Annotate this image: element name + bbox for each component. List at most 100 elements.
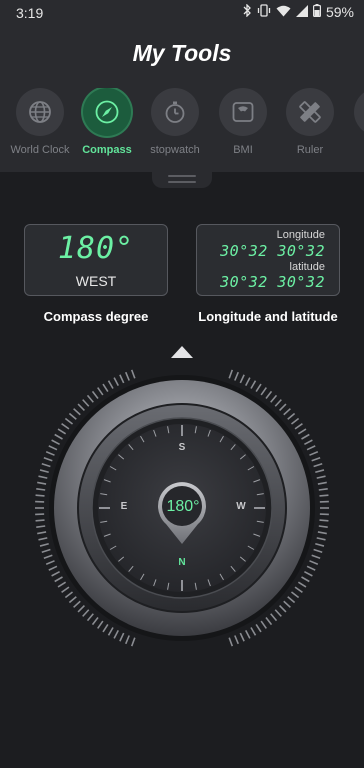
outer-tick: [35, 519, 45, 522]
handle-line: [168, 175, 196, 177]
tool-ruler[interactable]: Ruler: [276, 88, 344, 156]
outer-tick: [43, 554, 53, 560]
cardinal-top: S: [178, 442, 186, 453]
globe-icon: [29, 101, 51, 123]
outer-tick: [45, 560, 55, 565]
outer-tick: [316, 475, 326, 479]
outer-tick: [39, 542, 49, 547]
outer-tick: [107, 627, 114, 636]
outer-tick: [228, 369, 234, 379]
outer-tick: [130, 369, 136, 379]
outer-tick: [260, 620, 267, 629]
outer-tick: [294, 423, 303, 430]
tool-more[interactable]: [344, 88, 364, 136]
outer-tick: [315, 469, 325, 474]
outer-tick: [68, 596, 77, 604]
outer-tick: [82, 399, 90, 407]
outer-tick: [239, 632, 245, 642]
outer-tick: [317, 481, 327, 485]
outer-tick: [36, 525, 46, 528]
outer-tick: [54, 433, 63, 440]
status-time: 3:19: [16, 5, 44, 21]
tool-world-clock[interactable]: World Clock: [6, 88, 74, 156]
tool-bmi[interactable]: BMI: [209, 88, 277, 156]
outer-tick: [234, 371, 239, 381]
outer-tick: [125, 371, 130, 381]
outer-tick: [86, 613, 94, 622]
tool-label-stopwatch: stopwatch: [150, 144, 200, 156]
outer-tick: [57, 428, 67, 435]
handle-line: [168, 181, 196, 183]
outer-tick: [77, 605, 85, 613]
outer-tick: [297, 581, 307, 588]
outer-tick: [301, 433, 310, 440]
outer-tick: [270, 394, 278, 403]
outer-tick: [245, 630, 251, 639]
outer-tick: [82, 609, 90, 617]
direction-label: WEST: [75, 273, 117, 289]
outer-tick: [91, 390, 99, 400]
outer-tick: [301, 576, 310, 583]
outer-tick: [51, 439, 60, 445]
outer-tick: [317, 531, 327, 535]
outer-tick: [61, 586, 70, 593]
outer-tick: [64, 591, 74, 599]
outer-tick: [102, 383, 109, 393]
outer-tick: [41, 548, 51, 553]
tools-row[interactable]: World Clock Compass stopwatch BMI Ruler: [0, 88, 364, 168]
outer-tick: [309, 560, 319, 565]
outer-tick: [97, 387, 104, 396]
tool-label-bmi: BMI: [233, 144, 253, 156]
latitude-value: 30°32 30°32: [220, 273, 325, 291]
outer-tick: [97, 620, 104, 629]
outer-tick: [130, 637, 136, 647]
outer-tick: [316, 537, 326, 541]
battery-percent: 59%: [325, 4, 354, 20]
outer-tick: [234, 635, 239, 645]
outer-tick: [54, 576, 63, 583]
vibrate-icon: [257, 4, 271, 20]
outer-tick: [311, 554, 321, 560]
outer-tick: [250, 380, 257, 389]
outer-tick: [37, 481, 47, 485]
outer-tick: [119, 632, 125, 642]
outer-tick: [41, 463, 51, 468]
outer-tick: [35, 494, 45, 497]
outer-tick: [260, 387, 267, 396]
bluetooth-icon: [242, 3, 252, 20]
header: My Tools World Clock Compass stopwatch B…: [0, 26, 364, 172]
tool-stopwatch[interactable]: stopwatch: [141, 88, 209, 156]
outer-tick: [318, 525, 328, 528]
outer-tick: [51, 571, 60, 577]
coordinates-caption: Longitude and latitude: [198, 309, 338, 324]
stopwatch-icon: [165, 101, 185, 123]
outer-tick: [270, 613, 278, 622]
battery-icon: [312, 4, 321, 20]
outer-tick: [311, 456, 321, 462]
cardinal-left: E: [120, 501, 128, 512]
cardinal-right: W: [236, 501, 246, 512]
outer-tick: [36, 488, 46, 491]
outer-tick: [309, 451, 319, 456]
status-icons: 59%: [242, 3, 354, 20]
outer-tick: [125, 635, 130, 645]
compass-degree-panel: 180° WEST: [24, 224, 168, 296]
outer-tick: [113, 377, 119, 386]
outer-tick: [38, 537, 48, 541]
outer-tick: [306, 445, 316, 451]
outer-tick: [297, 428, 307, 435]
outer-tick: [113, 630, 119, 639]
outer-tick: [274, 399, 282, 407]
signal-icon: [295, 4, 308, 20]
outer-tick: [39, 469, 49, 474]
drag-handle[interactable]: [152, 170, 212, 188]
outer-tick: [283, 600, 291, 608]
outer-tick: [43, 456, 53, 462]
latitude-label: latitude: [289, 261, 325, 273]
outer-tick: [57, 581, 67, 588]
outer-tick: [48, 565, 58, 571]
heading-pointer-icon: [171, 346, 193, 358]
outer-tick: [73, 600, 81, 608]
tool-compass[interactable]: Compass: [73, 88, 141, 156]
status-bar: 3:19 59%: [0, 0, 364, 26]
